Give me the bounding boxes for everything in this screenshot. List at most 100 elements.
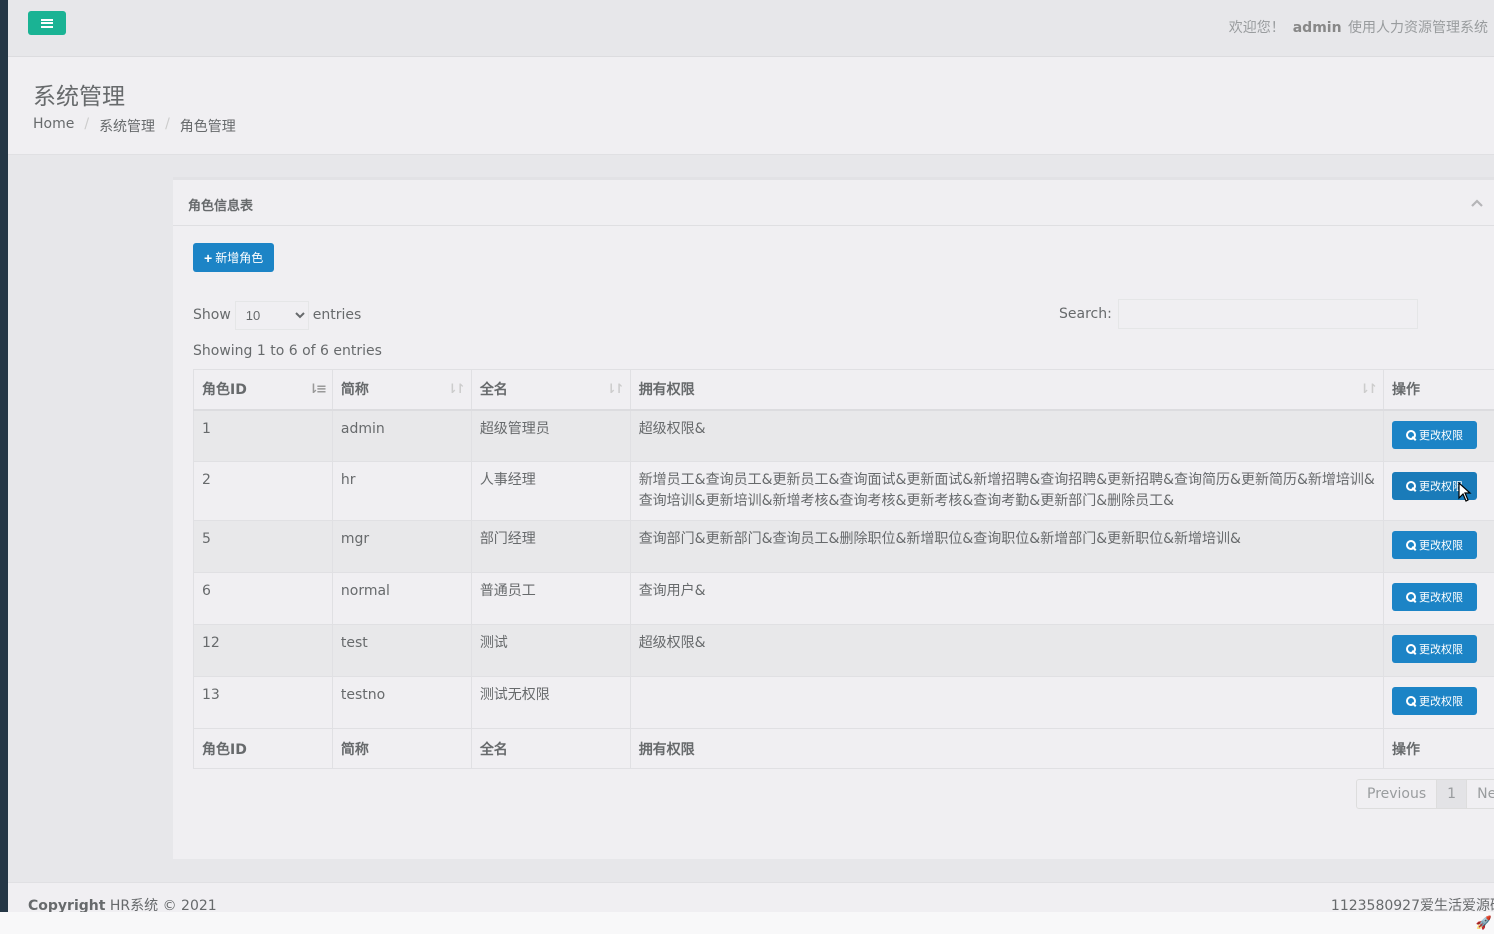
cell-full-name: 测试无权限 — [470, 676, 631, 729]
search-label: Search: — [1059, 306, 1112, 322]
panel-title: 角色信息表 — [188, 199, 254, 214]
entries-length-control: Show 10 entries — [193, 299, 361, 330]
cell-actions: 更改权限 — [1383, 461, 1494, 521]
role-table: 角色ID ⇂≡ 简称 ⇂↾ 全名 ⇂↾ 拥有权限 ⇂↾ 操作 1 admin 超级管理员 超级… — [193, 369, 1494, 769]
breadcrumb: Home / 系统管理 / 角色管理 — [33, 116, 236, 136]
cell-permissions: 超级权限& — [629, 409, 1385, 462]
sidebar-edge — [0, 0, 8, 912]
sort-icon: ⇂↾ — [447, 382, 466, 397]
table-header-row: 角色ID ⇂≡ 简称 ⇂↾ 全名 ⇂↾ 拥有权限 ⇂↾ 操作 — [193, 369, 1494, 411]
column-header-full-name[interactable]: 全名 ⇂↾ — [470, 369, 631, 411]
change-permissions-label: 更改权限 — [1419, 644, 1463, 656]
page-heading: 系统管理 Home / 系统管理 / 角色管理 — [8, 57, 1494, 155]
cell-actions: 更改权限 — [1383, 624, 1494, 677]
change-permissions-button[interactable]: 更改权限 — [1392, 687, 1477, 715]
role-panel: 角色信息表 + 新增角色 Show 10 entries Search: Sho… — [173, 177, 1494, 859]
cell-actions: 更改权限 — [1383, 409, 1494, 462]
add-role-button[interactable]: + 新增角色 — [193, 243, 275, 272]
cell-permissions: 查询用户& — [629, 572, 1385, 625]
breadcrumb-system[interactable]: 系统管理 — [99, 116, 155, 136]
search-icon — [1406, 696, 1416, 706]
change-permissions-label: 更改权限 — [1419, 481, 1463, 493]
search-icon — [1406, 644, 1416, 654]
search-icon — [1406, 429, 1416, 440]
table-info: Showing 1 to 6 of 6 entries — [193, 343, 382, 359]
rocket-icon[interactable]: 🚀 — [1476, 916, 1492, 931]
bottom-strip: 🚀 — [0, 912, 1494, 934]
table-row: 13 testno 测试无权限 更改权限 — [193, 676, 1494, 729]
cell-short-name: admin — [331, 409, 472, 462]
search-input[interactable] — [1117, 299, 1418, 329]
table-footer-row: 角色ID 简称 全名 拥有权限 操作 — [193, 728, 1494, 769]
footer-permissions: 拥有权限 — [629, 728, 1385, 769]
cell-full-name: 普通员工 — [470, 572, 631, 625]
cell-short-name: mgr — [331, 520, 472, 573]
footer-full-name: 全名 — [470, 728, 631, 769]
change-permissions-button[interactable]: 更改权限 — [1392, 420, 1477, 449]
breadcrumb-separator: / — [165, 116, 170, 132]
show-label: Show — [193, 306, 231, 323]
welcome-suffix: 使用人力资源管理系统 — [1348, 20, 1488, 36]
chevron-up-icon[interactable] — [1470, 198, 1484, 208]
cell-permissions: 查询部门&更新部门&查询员工&删除职位&新增职位&查询职位&新增部门&更新职位&… — [629, 520, 1385, 573]
cell-full-name: 测试 — [470, 624, 631, 677]
cell-permissions — [629, 676, 1385, 729]
breadcrumb-home[interactable]: Home — [33, 116, 74, 136]
column-header-actions: 操作 — [1383, 369, 1494, 411]
top-navbar: 欢迎您！ admin 使用人力资源管理系统 — [8, 0, 1494, 57]
cell-role-id: 5 — [193, 520, 333, 573]
column-header-role-id[interactable]: 角色ID ⇂≡ — [193, 369, 333, 411]
table-row: 12 test 测试 超级权限& 更改权限 — [193, 624, 1494, 677]
cell-actions: 更改权限 — [1383, 520, 1494, 573]
mouse-cursor-icon — [1458, 482, 1472, 502]
search-icon — [1406, 481, 1416, 491]
sort-icon: ⇂↾ — [1359, 382, 1378, 397]
cell-permissions: 新增员工&查询员工&更新员工&查询面试&更新面试&新增招聘&查询招聘&更新招聘&… — [629, 461, 1385, 521]
cell-short-name: normal — [331, 572, 472, 625]
cell-actions: 更改权限 — [1383, 572, 1494, 625]
breadcrumb-current: 角色管理 — [179, 119, 236, 135]
change-permissions-label: 更改权限 — [1419, 696, 1463, 708]
table-row: 6 normal 普通员工 查询用户& 更改权限 — [193, 572, 1494, 625]
column-header-short-name[interactable]: 简称 ⇂↾ — [331, 369, 472, 411]
menu-toggle-button[interactable] — [28, 11, 66, 35]
add-role-label: 新增角色 — [215, 251, 264, 265]
page-1-button[interactable]: 1 — [1436, 779, 1468, 809]
footer-short-name: 简称 — [331, 728, 472, 769]
change-permissions-button[interactable]: 更改权限 — [1392, 583, 1477, 611]
cell-role-id: 1 — [193, 409, 333, 462]
entries-per-page-select[interactable]: 10 — [234, 301, 309, 330]
change-permissions-label: 更改权限 — [1419, 540, 1463, 552]
cell-role-id: 6 — [193, 572, 333, 625]
table-row: 1 admin 超级管理员 超级权限& 更改权限 — [193, 409, 1494, 462]
cell-actions: 更改权限 — [1383, 676, 1494, 729]
change-permissions-button[interactable]: 更改权限 — [1392, 531, 1477, 559]
breadcrumb-separator: / — [84, 116, 90, 132]
cell-role-id: 13 — [193, 676, 333, 729]
cell-role-id: 12 — [193, 624, 333, 677]
next-page-button[interactable]: Next — [1466, 779, 1494, 809]
table-row: 2 hr 人事经理 新增员工&查询员工&更新员工&查询面试&更新面试&新增招聘&查询招… — [193, 461, 1494, 521]
column-header-permissions[interactable]: 拥有权限 ⇂↾ — [629, 369, 1385, 411]
welcome-prefix: 欢迎您！ — [1228, 20, 1285, 36]
entries-label: entries — [312, 306, 362, 323]
cell-short-name: testno — [331, 676, 472, 729]
welcome-message: 欢迎您！ admin 使用人力资源管理系统 — [1229, 17, 1488, 37]
change-permissions-label: 更改权限 — [1419, 592, 1463, 604]
footer-actions: 操作 — [1383, 728, 1494, 769]
previous-page-button[interactable]: Previous — [1356, 779, 1438, 809]
footer: Copyright HR系统 © 2021 1123580927爱生活爱源码 — [8, 882, 1494, 914]
cell-short-name: test — [331, 624, 472, 677]
pagination: Previous 1 Next — [1356, 779, 1494, 809]
search-icon — [1406, 592, 1416, 602]
page-title: 系统管理 — [33, 84, 125, 110]
search-control: Search: — [1059, 299, 1418, 329]
change-permissions-button[interactable]: 更改权限 — [1392, 635, 1477, 663]
cell-role-id: 2 — [193, 461, 333, 521]
plus-icon: + — [204, 249, 213, 266]
panel-header: 角色信息表 — [173, 180, 1494, 226]
footer-role-id: 角色ID — [193, 728, 333, 769]
cell-full-name: 人事经理 — [470, 461, 631, 521]
sort-icon: ⇂↾ — [605, 382, 625, 397]
cell-short-name: hr — [331, 461, 472, 521]
